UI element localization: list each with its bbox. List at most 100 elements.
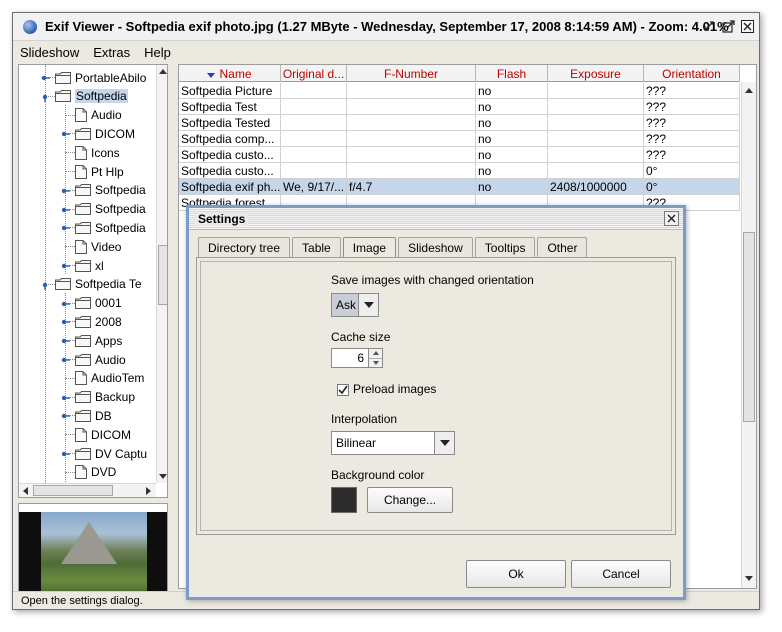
- tree-item[interactable]: Backup: [75, 388, 135, 407]
- scroll-right-icon[interactable]: [143, 485, 155, 497]
- cache-size-value[interactable]: 6: [332, 349, 368, 367]
- collapsed-node-icon[interactable]: [60, 448, 70, 458]
- menu-extras[interactable]: Extras: [86, 45, 137, 60]
- ok-button[interactable]: Ok: [466, 560, 566, 588]
- collapsed-node-icon[interactable]: [60, 410, 70, 420]
- tree-item[interactable]: DICOM: [75, 425, 131, 444]
- collapsed-node-icon[interactable]: [60, 335, 70, 345]
- tree-item[interactable]: Softpedia: [55, 87, 128, 106]
- tree-item[interactable]: AudioTem: [75, 369, 144, 388]
- cache-size-spinner[interactable]: 6: [331, 348, 383, 368]
- scroll-down-icon[interactable]: [157, 471, 167, 483]
- table-scroll-down-icon[interactable]: [743, 573, 755, 585]
- tab-table[interactable]: Table: [292, 237, 341, 257]
- tab-image[interactable]: Image: [342, 237, 397, 258]
- tree-item[interactable]: Audio: [75, 106, 122, 125]
- chevron-down-icon[interactable]: [434, 432, 454, 454]
- close-icon[interactable]: [740, 19, 755, 34]
- table-row[interactable]: Softpedia comp... no???: [179, 131, 740, 147]
- tab-directory-tree[interactable]: Directory tree: [198, 237, 291, 257]
- table-vertical-scrollbar[interactable]: [741, 82, 756, 588]
- table-scroll-up-icon[interactable]: [743, 84, 755, 96]
- tree-item[interactable]: Softpedia Te: [55, 275, 142, 294]
- collapsed-node-icon[interactable]: [60, 204, 70, 214]
- tree-item[interactable]: DV Captu: [75, 444, 147, 463]
- table-row[interactable]: Softpedia exif ph... We, 9/17/... f/4.7 no 2…: [179, 179, 740, 195]
- tree-item[interactable]: Softpedia: [75, 218, 146, 237]
- menu-slideshow[interactable]: Slideshow: [13, 45, 86, 60]
- dialog-close-icon[interactable]: [664, 211, 679, 226]
- tree-connector: [65, 471, 75, 473]
- column-header[interactable]: F-Number: [347, 65, 476, 82]
- tree-item[interactable]: Icons: [75, 143, 120, 162]
- expanded-node-icon[interactable]: [40, 279, 50, 290]
- menu-help[interactable]: Help: [137, 45, 178, 60]
- tree-item[interactable]: Video: [75, 237, 121, 256]
- minimize-icon[interactable]: [702, 19, 717, 34]
- tree-horizontal-scrollbar[interactable]: [19, 483, 156, 497]
- collapsed-node-icon[interactable]: [40, 72, 50, 82]
- scroll-up-icon[interactable]: [157, 65, 167, 77]
- column-header[interactable]: Name: [179, 65, 281, 82]
- collapsed-node-icon[interactable]: [60, 392, 70, 402]
- tab-slideshow[interactable]: Slideshow: [398, 237, 473, 257]
- collapsed-node-icon[interactable]: [60, 298, 70, 308]
- table-row[interactable]: Softpedia custo... no 0°: [179, 163, 740, 179]
- table-row[interactable]: Softpedia custo... no???: [179, 147, 740, 163]
- table-cell: We, 9/17/...: [281, 179, 347, 195]
- collapsed-node-icon[interactable]: [60, 222, 70, 232]
- tree-hscroll-thumb[interactable]: [33, 485, 113, 496]
- scroll-left-icon[interactable]: [19, 485, 31, 497]
- spinner-up-icon[interactable]: [369, 349, 382, 359]
- cancel-button[interactable]: Cancel: [571, 560, 671, 588]
- tree-connector: [65, 114, 75, 116]
- table-row[interactable]: Softpedia Tested no???: [179, 115, 740, 131]
- chevron-down-icon[interactable]: [358, 294, 378, 316]
- collapsed-node-icon[interactable]: [60, 354, 70, 364]
- table-cell: [281, 163, 347, 179]
- collapsed-node-icon[interactable]: [60, 260, 70, 270]
- column-header[interactable]: Original d...: [281, 65, 347, 82]
- table-row[interactable]: Softpedia Test no???: [179, 99, 740, 115]
- folder-icon: [75, 334, 91, 347]
- tree-item[interactable]: DVD: [75, 463, 116, 482]
- column-header[interactable]: Exposure: [548, 65, 644, 82]
- tree-vertical-scrollbar[interactable]: [156, 65, 167, 483]
- tree-item[interactable]: Apps: [75, 331, 122, 350]
- tree-item[interactable]: Softpedia: [75, 181, 146, 200]
- tree-item[interactable]: 2008: [75, 312, 122, 331]
- collapsed-node-icon[interactable]: [60, 128, 70, 138]
- column-header[interactable]: Orientation: [644, 65, 740, 82]
- maximize-icon[interactable]: [721, 19, 736, 34]
- table-row[interactable]: Softpedia Picture no???: [179, 83, 740, 99]
- table-cell: [347, 99, 476, 115]
- change-color-button[interactable]: Change...: [367, 487, 453, 513]
- tab-tooltips[interactable]: Tooltips: [474, 237, 536, 257]
- tree-item[interactable]: Softpedia: [75, 200, 146, 219]
- expanded-node-icon[interactable]: [40, 91, 50, 102]
- column-header[interactable]: Flash: [476, 65, 548, 82]
- tree-item[interactable]: 0001: [75, 294, 122, 313]
- tree-item[interactable]: DB: [75, 406, 112, 425]
- tree-item[interactable]: PortableAbilo: [55, 68, 146, 87]
- tree-item[interactable]: xl: [75, 256, 104, 275]
- image-preview[interactable]: [18, 503, 168, 599]
- interpolation-label: Interpolation: [331, 412, 398, 426]
- collapsed-node-icon[interactable]: [60, 185, 70, 195]
- preload-checkbox[interactable]: [337, 384, 349, 396]
- spinner-down-icon[interactable]: [369, 358, 382, 367]
- interpolation-dropdown[interactable]: Bilinear: [331, 431, 455, 455]
- preload-label[interactable]: Preload images: [353, 382, 436, 396]
- tree-item[interactable]: DICOM: [75, 124, 135, 143]
- title-bar[interactable]: Exif Viewer - Softpedia exif photo.jpg (…: [13, 13, 759, 41]
- save-orientation-dropdown[interactable]: Ask: [331, 293, 379, 317]
- tree-item[interactable]: Pt Hlp: [75, 162, 124, 181]
- tree-item[interactable]: Audio: [75, 350, 126, 369]
- table-scroll-thumb[interactable]: [743, 232, 755, 422]
- dialog-title-bar[interactable]: Settings: [189, 208, 683, 230]
- tab-other[interactable]: Other: [537, 237, 588, 257]
- directory-tree[interactable]: PortableAbilo Softpedia Audio DICOM Icons Pt …: [18, 64, 168, 498]
- tree-item-label: AudioTem: [91, 371, 145, 386]
- collapsed-node-icon[interactable]: [60, 316, 70, 326]
- tree-scroll-thumb[interactable]: [158, 245, 167, 305]
